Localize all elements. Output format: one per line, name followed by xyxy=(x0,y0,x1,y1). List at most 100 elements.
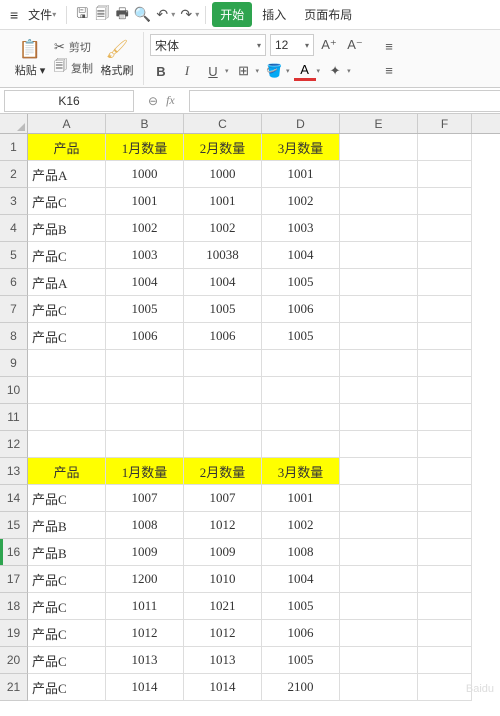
cell[interactable] xyxy=(340,593,418,620)
cell[interactable] xyxy=(262,350,340,377)
cell[interactable]: 1007 xyxy=(184,485,262,512)
cell[interactable] xyxy=(106,350,184,377)
row-header[interactable]: 17 xyxy=(0,566,28,593)
font-name-combo[interactable]: 宋体 ▾ xyxy=(150,34,266,56)
select-all-button[interactable] xyxy=(0,114,28,134)
cell[interactable]: 1012 xyxy=(184,620,262,647)
cell[interactable]: 产品C xyxy=(28,242,106,269)
cell[interactable]: 1001 xyxy=(262,485,340,512)
cell[interactable] xyxy=(184,350,262,377)
cell[interactable]: 1004 xyxy=(262,566,340,593)
cell[interactable]: 1012 xyxy=(106,620,184,647)
row-header[interactable]: 9 xyxy=(0,350,28,377)
cell[interactable]: 1005 xyxy=(262,593,340,620)
row-header[interactable]: 4 xyxy=(0,215,28,242)
cell[interactable]: 1002 xyxy=(262,188,340,215)
column-header[interactable]: E xyxy=(340,114,418,133)
format-painter-button[interactable]: 🖌 格式刷 xyxy=(97,39,137,78)
cell[interactable] xyxy=(340,674,418,701)
cell[interactable]: 1月数量 xyxy=(106,458,184,485)
cell[interactable]: 1004 xyxy=(106,269,184,296)
column-header[interactable]: B xyxy=(106,114,184,133)
shrink-font-button[interactable]: A⁻ xyxy=(344,34,366,56)
cell[interactable]: 3月数量 xyxy=(262,458,340,485)
row-header[interactable]: 12 xyxy=(0,431,28,458)
cell[interactable] xyxy=(418,323,472,350)
cell[interactable]: 产品A xyxy=(28,161,106,188)
cell[interactable] xyxy=(340,188,418,215)
row-header[interactable]: 11 xyxy=(0,404,28,431)
halign-button[interactable]: ≡ xyxy=(378,60,400,82)
tab-page-layout[interactable]: 页面布局 xyxy=(296,2,360,27)
cell[interactable]: 1014 xyxy=(184,674,262,701)
cell[interactable]: 产品C xyxy=(28,674,106,701)
cell[interactable]: 1000 xyxy=(106,161,184,188)
cell[interactable]: 2100 xyxy=(262,674,340,701)
cell[interactable]: 1002 xyxy=(184,215,262,242)
cell[interactable] xyxy=(418,242,472,269)
cell[interactable] xyxy=(340,242,418,269)
cell[interactable] xyxy=(418,539,472,566)
cell[interactable]: 1006 xyxy=(262,296,340,323)
row-header[interactable]: 15 xyxy=(0,512,28,539)
cell[interactable] xyxy=(184,404,262,431)
row-header[interactable]: 20 xyxy=(0,647,28,674)
cell[interactable] xyxy=(28,404,106,431)
cell[interactable] xyxy=(340,647,418,674)
cell[interactable] xyxy=(418,350,472,377)
cell[interactable] xyxy=(262,431,340,458)
cell[interactable] xyxy=(340,566,418,593)
row-header[interactable]: 6 xyxy=(0,269,28,296)
cell[interactable]: 1001 xyxy=(184,188,262,215)
menu-icon[interactable]: ≡ xyxy=(6,7,22,23)
chevron-down-icon[interactable]: ▾ xyxy=(195,10,199,19)
cell[interactable]: 1008 xyxy=(106,512,184,539)
row-header[interactable]: 1 xyxy=(0,134,28,161)
row-header[interactable]: 19 xyxy=(0,620,28,647)
bold-button[interactable]: B xyxy=(150,60,172,82)
cell[interactable] xyxy=(262,377,340,404)
cell[interactable] xyxy=(418,431,472,458)
cell[interactable] xyxy=(418,566,472,593)
cell[interactable]: 1004 xyxy=(184,269,262,296)
cell[interactable] xyxy=(340,215,418,242)
cell[interactable]: 1005 xyxy=(184,296,262,323)
cell[interactable] xyxy=(262,404,340,431)
cell[interactable]: 产品C xyxy=(28,647,106,674)
cell[interactable] xyxy=(184,377,262,404)
valign-button[interactable]: ≡ xyxy=(378,36,400,58)
cell[interactable] xyxy=(340,539,418,566)
cell[interactable] xyxy=(340,404,418,431)
cell[interactable]: 1005 xyxy=(262,647,340,674)
cell[interactable] xyxy=(418,188,472,215)
cell[interactable] xyxy=(418,647,472,674)
cell[interactable] xyxy=(418,620,472,647)
tab-start[interactable]: 开始 xyxy=(212,2,252,27)
cell[interactable]: 1011 xyxy=(106,593,184,620)
border-button[interactable]: ⊞ ▾ xyxy=(233,60,260,82)
cell[interactable] xyxy=(340,269,418,296)
cell[interactable] xyxy=(184,431,262,458)
cell[interactable]: 产品C xyxy=(28,485,106,512)
cell[interactable]: 1009 xyxy=(184,539,262,566)
cell[interactable] xyxy=(28,377,106,404)
cell[interactable] xyxy=(106,404,184,431)
italic-button[interactable]: I xyxy=(176,60,198,82)
cell[interactable]: 2月数量 xyxy=(184,458,262,485)
cell[interactable]: 1003 xyxy=(262,215,340,242)
cell[interactable] xyxy=(340,431,418,458)
cell[interactable]: 1012 xyxy=(184,512,262,539)
undo-icon[interactable]: ↶ xyxy=(153,6,171,23)
grow-font-button[interactable]: A⁺ xyxy=(318,34,340,56)
cell[interactable]: 1005 xyxy=(106,296,184,323)
cell[interactable]: 1001 xyxy=(106,188,184,215)
cell[interactable] xyxy=(340,161,418,188)
cell[interactable]: 产品C xyxy=(28,296,106,323)
redo-icon[interactable]: ↷ xyxy=(177,6,195,23)
cell[interactable]: 1006 xyxy=(262,620,340,647)
underline-button[interactable]: U ▾ xyxy=(202,60,229,82)
cell[interactable] xyxy=(340,377,418,404)
formula-input[interactable] xyxy=(189,90,500,112)
cell[interactable] xyxy=(340,323,418,350)
cell[interactable]: 1月数量 xyxy=(106,134,184,161)
